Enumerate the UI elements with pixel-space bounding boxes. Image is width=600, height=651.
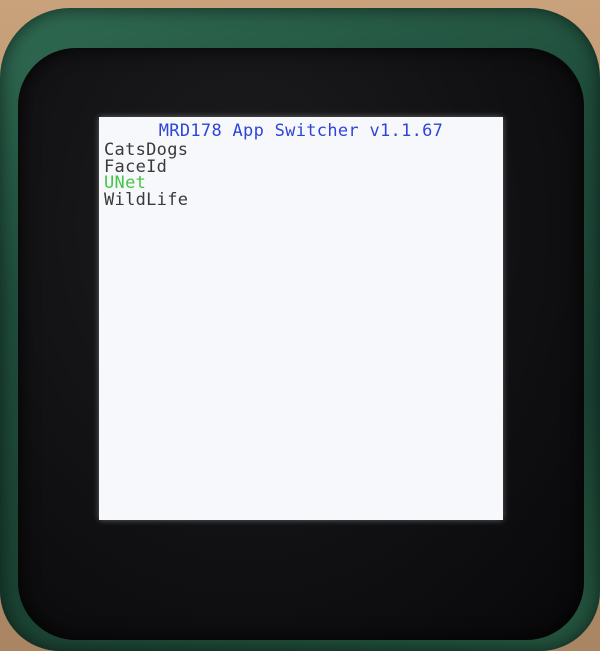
lcd-screen: MRD178 App Switcher v1.1.67 CatsDogs Fac… <box>99 117 503 520</box>
app-item-wildlife[interactable]: WildLife <box>104 191 503 209</box>
app-list: CatsDogs FaceId UNet WildLife <box>99 142 503 208</box>
app-item-faceid[interactable]: FaceId <box>104 158 503 176</box>
app-switcher-title: MRD178 App Switcher v1.1.67 <box>158 121 444 141</box>
